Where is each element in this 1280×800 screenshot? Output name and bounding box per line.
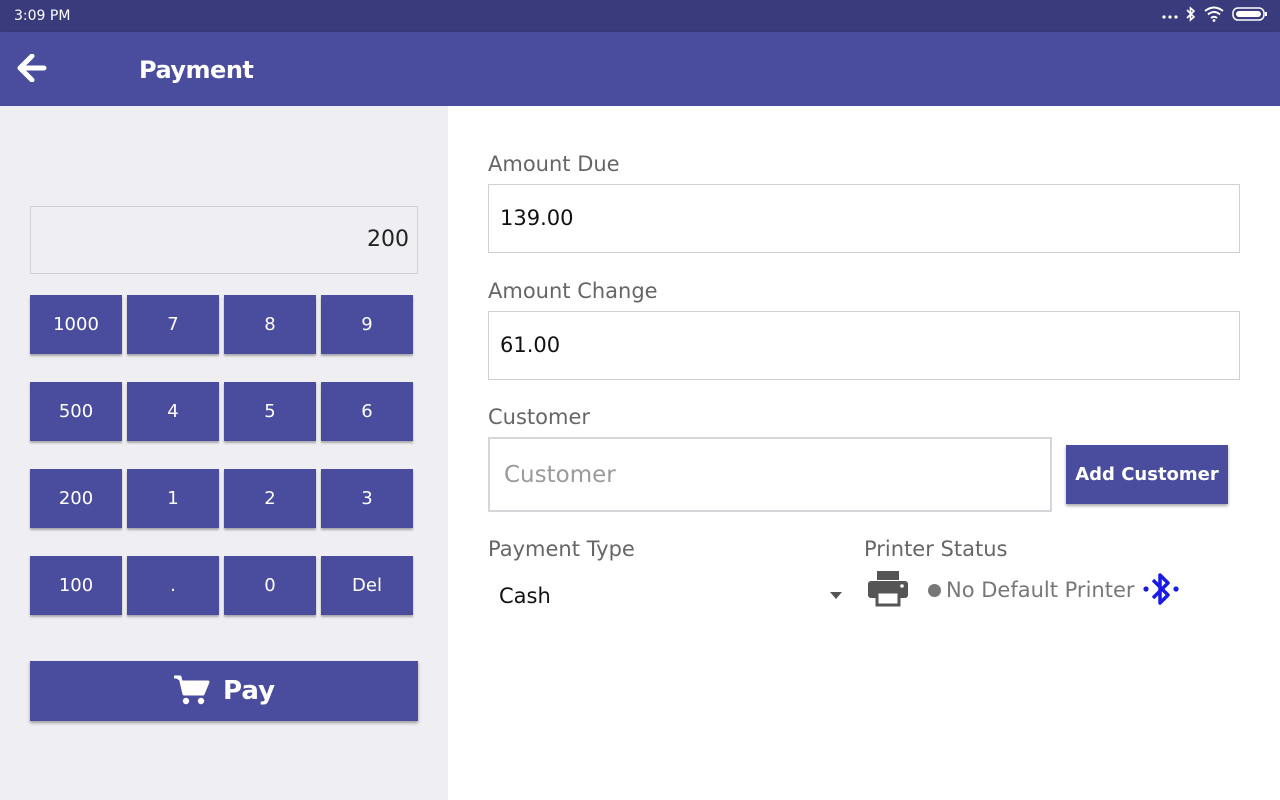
key-6[interactable]: 6 <box>321 382 413 441</box>
cart-icon <box>173 674 211 709</box>
key-1000[interactable]: 1000 <box>30 295 122 354</box>
printer-status-label: Printer Status <box>864 537 1008 561</box>
key-9[interactable]: 9 <box>321 295 413 354</box>
key-decimal[interactable]: . <box>127 556 219 615</box>
wifi-icon <box>1204 6 1224 27</box>
printer-status-row: No Default Printer <box>866 568 1181 612</box>
payment-type-label: Payment Type <box>488 537 635 561</box>
key-0[interactable]: 0 <box>224 556 316 615</box>
bluetooth-connect-icon[interactable] <box>1141 568 1181 612</box>
bluetooth-icon <box>1186 5 1196 27</box>
pay-label: Pay <box>222 676 276 706</box>
back-button[interactable] <box>14 52 50 88</box>
printer-status-dot <box>928 583 941 597</box>
key-delete[interactable]: Del <box>321 556 413 615</box>
key-4[interactable]: 4 <box>127 382 219 441</box>
payment-form: Amount Due 139.00 Amount Change 61.00 Cu… <box>448 106 1280 800</box>
amount-display: 200 <box>30 206 418 274</box>
status-bar: 3:09 PM <box>0 0 1280 32</box>
printer-status-text: No Default Printer <box>946 578 1135 602</box>
key-2[interactable]: 2 <box>224 469 316 528</box>
key-500[interactable]: 500 <box>30 382 122 441</box>
key-5[interactable]: 5 <box>224 382 316 441</box>
page-title: Payment <box>139 56 254 84</box>
customer-input[interactable] <box>488 437 1052 512</box>
key-100[interactable]: 100 <box>30 556 122 615</box>
battery-icon <box>1232 6 1268 26</box>
key-3[interactable]: 3 <box>321 469 413 528</box>
amount-due-label: Amount Due <box>488 152 620 176</box>
payment-type-select[interactable]: Cash <box>488 576 842 616</box>
key-1[interactable]: 1 <box>127 469 219 528</box>
key-7[interactable]: 7 <box>127 295 219 354</box>
app-bar: Payment <box>0 32 1280 106</box>
key-8[interactable]: 8 <box>224 295 316 354</box>
printer-icon <box>866 569 910 612</box>
dropdown-arrow-icon <box>830 592 842 599</box>
status-time: 3:09 PM <box>14 8 71 24</box>
customer-label: Customer <box>488 405 591 429</box>
status-icons <box>1162 5 1268 27</box>
add-customer-button[interactable]: Add Customer <box>1066 445 1228 504</box>
amount-due-field[interactable]: 139.00 <box>488 184 1240 253</box>
amount-change-label: Amount Change <box>488 279 658 303</box>
arrow-left-icon <box>17 53 47 87</box>
key-200[interactable]: 200 <box>30 469 122 528</box>
keypad-panel: 200 1000 7 8 9 500 4 5 6 200 1 2 3 100 .… <box>0 106 448 800</box>
amount-change-field[interactable]: 61.00 <box>488 311 1240 380</box>
payment-type-value: Cash <box>499 584 551 608</box>
pay-button[interactable]: Pay <box>30 661 418 721</box>
more-dots-icon <box>1162 7 1178 25</box>
